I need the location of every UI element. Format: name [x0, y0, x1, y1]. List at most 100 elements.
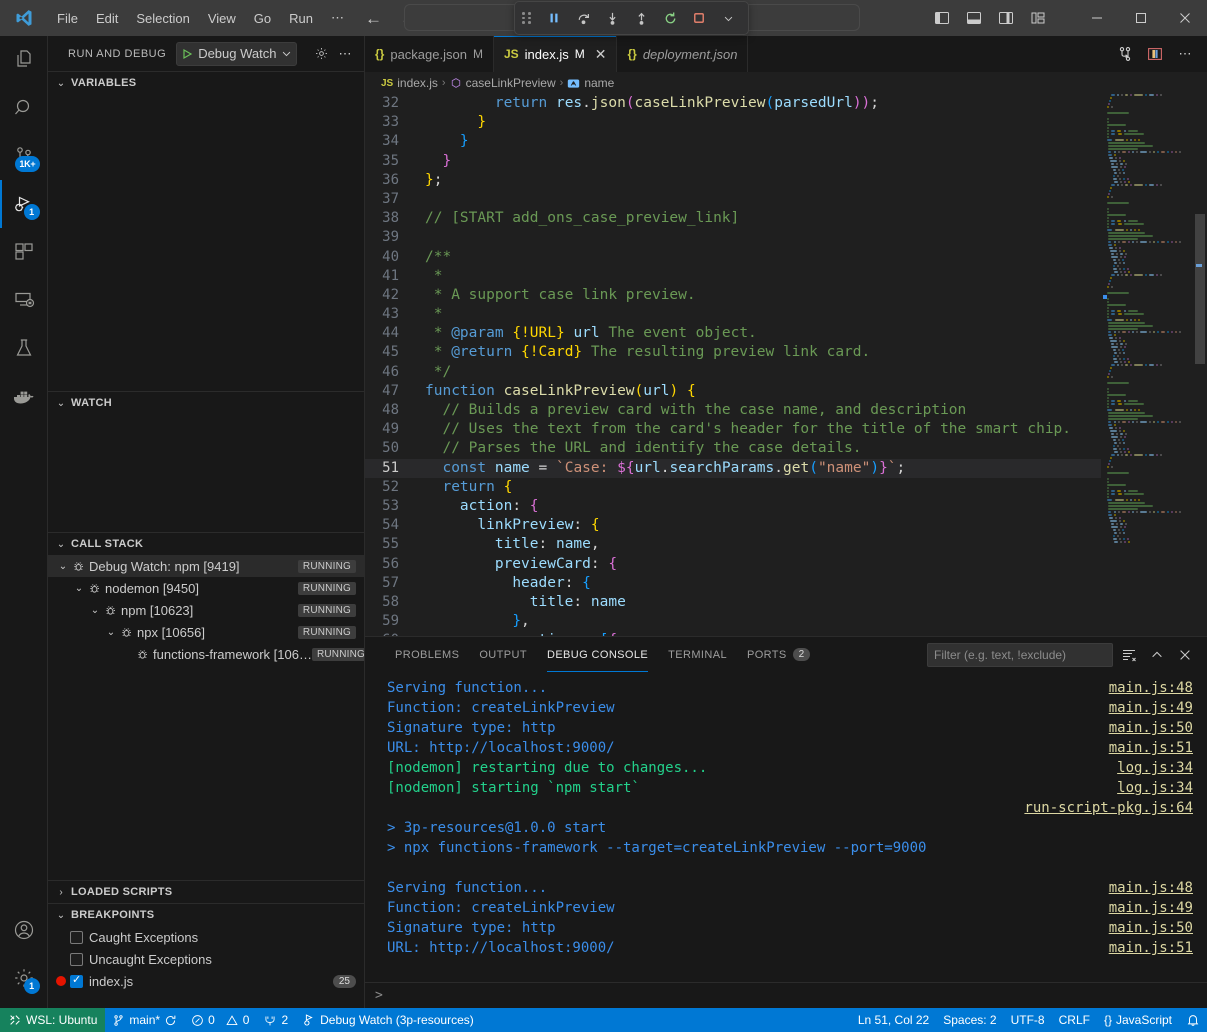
menu-run[interactable]: Run — [280, 7, 322, 30]
source-code[interactable]: 32 return res.json(caseLinkPreview(parse… — [365, 94, 1101, 636]
pane-call-stack-header[interactable]: ⌄ CALL STACK — [48, 533, 364, 555]
pane-loaded-scripts-header[interactable]: › LOADED SCRIPTS — [48, 881, 364, 903]
activity-item-search[interactable] — [0, 84, 48, 132]
pane-watch-header[interactable]: ⌄ WATCH — [48, 392, 364, 414]
arrow-left-icon[interactable]: ← — [365, 10, 382, 27]
launch-configuration-select[interactable]: Debug Watch — [176, 42, 297, 66]
tab-terminal[interactable]: TERMINAL — [658, 637, 737, 672]
code-line[interactable]: 36}; — [365, 171, 1101, 190]
code-line[interactable]: 34 } — [365, 132, 1101, 151]
drag-handle-icon[interactable] — [522, 12, 536, 24]
menu-edit[interactable]: Edit — [87, 7, 127, 30]
chevron-down-icon[interactable] — [281, 48, 292, 59]
code-line[interactable]: 53 action: { — [365, 497, 1101, 516]
chevron-down-icon[interactable]: ⌄ — [88, 605, 102, 616]
activity-item-manage[interactable]: 1 — [0, 954, 48, 1002]
open-changes-icon[interactable] — [1141, 40, 1169, 68]
step-out-button[interactable] — [628, 5, 654, 31]
code-line[interactable]: 50 // Parses the URL and identify the ca… — [365, 439, 1101, 458]
activity-item-run-and-debug[interactable]: 1 — [0, 180, 48, 228]
close-icon[interactable] — [1163, 0, 1207, 36]
status-notifications[interactable] — [1179, 1008, 1207, 1032]
filter-input[interactable]: Filter (e.g. text, !exclude) — [927, 643, 1113, 667]
console-source-link[interactable]: main.js:51 — [1109, 738, 1193, 758]
breakpoint-row[interactable]: index.js 25 — [48, 970, 364, 992]
console-source-link[interactable]: run-script-pkg.js:64 — [1024, 798, 1193, 818]
toggle-panel-icon[interactable] — [959, 3, 989, 33]
chevron-down-icon[interactable]: ⌄ — [104, 627, 118, 638]
breakpoint-checkbox[interactable] — [70, 953, 83, 966]
debug-console-input[interactable]: > — [365, 982, 1207, 1008]
toggle-secondary-sidebar-icon[interactable] — [991, 3, 1021, 33]
close-icon[interactable]: ✕ — [595, 46, 607, 63]
customize-layout-icon[interactable] — [1023, 3, 1053, 33]
tab-output[interactable]: OUTPUT — [469, 637, 537, 672]
call-stack-row[interactable]: ⌄ npm [10623] RUNNING — [48, 599, 364, 621]
tab-index-js[interactable]: JS index.js M ✕ — [494, 36, 618, 72]
tab-problems[interactable]: PROBLEMS — [385, 637, 469, 672]
restart-button[interactable] — [657, 5, 683, 31]
chevron-down-icon[interactable] — [715, 5, 741, 31]
pause-button[interactable] — [541, 5, 567, 31]
breadcrumb-symbol-variable[interactable]: name — [584, 76, 614, 90]
status-branch[interactable]: main* — [105, 1008, 184, 1032]
console-source-link[interactable]: main.js:48 — [1109, 678, 1193, 698]
breadcrumb-symbol-function[interactable]: caseLinkPreview — [466, 76, 556, 90]
menu-go[interactable]: Go — [245, 7, 280, 30]
code-line[interactable]: 37 — [365, 190, 1101, 209]
split-editor-icon[interactable] — [1111, 40, 1139, 68]
breakpoint-row[interactable]: Caught Exceptions — [48, 926, 364, 948]
call-stack-row[interactable]: functions-framework [106… RUNNING — [48, 643, 364, 665]
status-eol[interactable]: CRLF — [1052, 1008, 1097, 1032]
console-source-link[interactable]: main.js:51 — [1109, 938, 1193, 958]
status-indentation[interactable]: Spaces: 2 — [936, 1008, 1003, 1032]
code-line[interactable]: 44 * @param {!URL} url The event object. — [365, 324, 1101, 343]
editor-scrollbar[interactable] — [1193, 94, 1207, 636]
code-line[interactable]: 35 } — [365, 152, 1101, 171]
status-encoding[interactable]: UTF-8 — [1004, 1008, 1052, 1032]
activity-item-accounts[interactable] — [0, 906, 48, 954]
code-line[interactable]: 32 return res.json(caseLinkPreview(parse… — [365, 94, 1101, 113]
breakpoint-checkbox[interactable] — [70, 931, 83, 944]
code-line[interactable]: 51 const name = `Case: ${url.searchParam… — [365, 459, 1101, 478]
debug-console-output[interactable]: Serving function...main.js:48Function: c… — [365, 672, 1207, 982]
code-line[interactable]: 43 * — [365, 305, 1101, 324]
clear-console-icon[interactable] — [1117, 643, 1141, 667]
status-remote-indicator[interactable]: WSL: Ubuntu — [0, 1008, 105, 1032]
status-ports[interactable]: 2 — [256, 1008, 295, 1032]
activity-item-testing[interactable] — [0, 324, 48, 372]
status-problems[interactable]: 0 0 — [184, 1008, 256, 1032]
code-line[interactable]: 57 header: { — [365, 574, 1101, 593]
code-line[interactable]: 47function caseLinkPreview(url) { — [365, 382, 1101, 401]
code-line[interactable]: 40/** — [365, 248, 1101, 267]
status-language-mode[interactable]: {} JavaScript — [1097, 1008, 1179, 1032]
breakpoint-row[interactable]: Uncaught Exceptions — [48, 948, 364, 970]
console-source-link[interactable]: main.js:50 — [1109, 918, 1193, 938]
chevron-up-icon[interactable] — [1145, 643, 1169, 667]
step-into-button[interactable] — [599, 5, 625, 31]
pane-breakpoints-header[interactable]: ⌄ BREAKPOINTS — [48, 904, 364, 926]
call-stack-row[interactable]: ⌄ Debug Watch: npm [9419] RUNNING — [48, 555, 364, 577]
activity-item-docker[interactable] — [0, 372, 48, 420]
menu-selection[interactable]: Selection — [127, 7, 198, 30]
console-source-link[interactable]: main.js:49 — [1109, 698, 1193, 718]
tab-package-json[interactable]: {} package.json M — [365, 36, 494, 72]
code-line[interactable]: 54 linkPreview: { — [365, 516, 1101, 535]
call-stack-row[interactable]: ⌄ npx [10656] RUNNING — [48, 621, 364, 643]
sync-icon[interactable] — [164, 1014, 177, 1027]
minimap[interactable] — [1101, 94, 1193, 636]
tab-debug-console[interactable]: DEBUG CONSOLE — [537, 637, 658, 672]
code-line[interactable]: 46 */ — [365, 363, 1101, 382]
menu-view[interactable]: View — [199, 7, 245, 30]
code-scroll-area[interactable]: 32 return res.json(caseLinkPreview(parse… — [365, 94, 1101, 636]
status-cursor-position[interactable]: Ln 51, Col 22 — [851, 1008, 936, 1032]
activity-item-extensions[interactable] — [0, 228, 48, 276]
activity-item-explorer[interactable] — [0, 36, 48, 84]
minimize-icon[interactable] — [1075, 0, 1119, 36]
code-line[interactable]: 48 // Builds a preview card with the cas… — [365, 401, 1101, 420]
code-line[interactable]: 56 previewCard: { — [365, 555, 1101, 574]
console-source-link[interactable]: main.js:49 — [1109, 898, 1193, 918]
pane-variables-header[interactable]: ⌄ VARIABLES — [48, 72, 364, 94]
code-line[interactable]: 60 sections: [{ — [365, 631, 1101, 636]
console-source-link[interactable]: log.js:34 — [1117, 778, 1193, 798]
